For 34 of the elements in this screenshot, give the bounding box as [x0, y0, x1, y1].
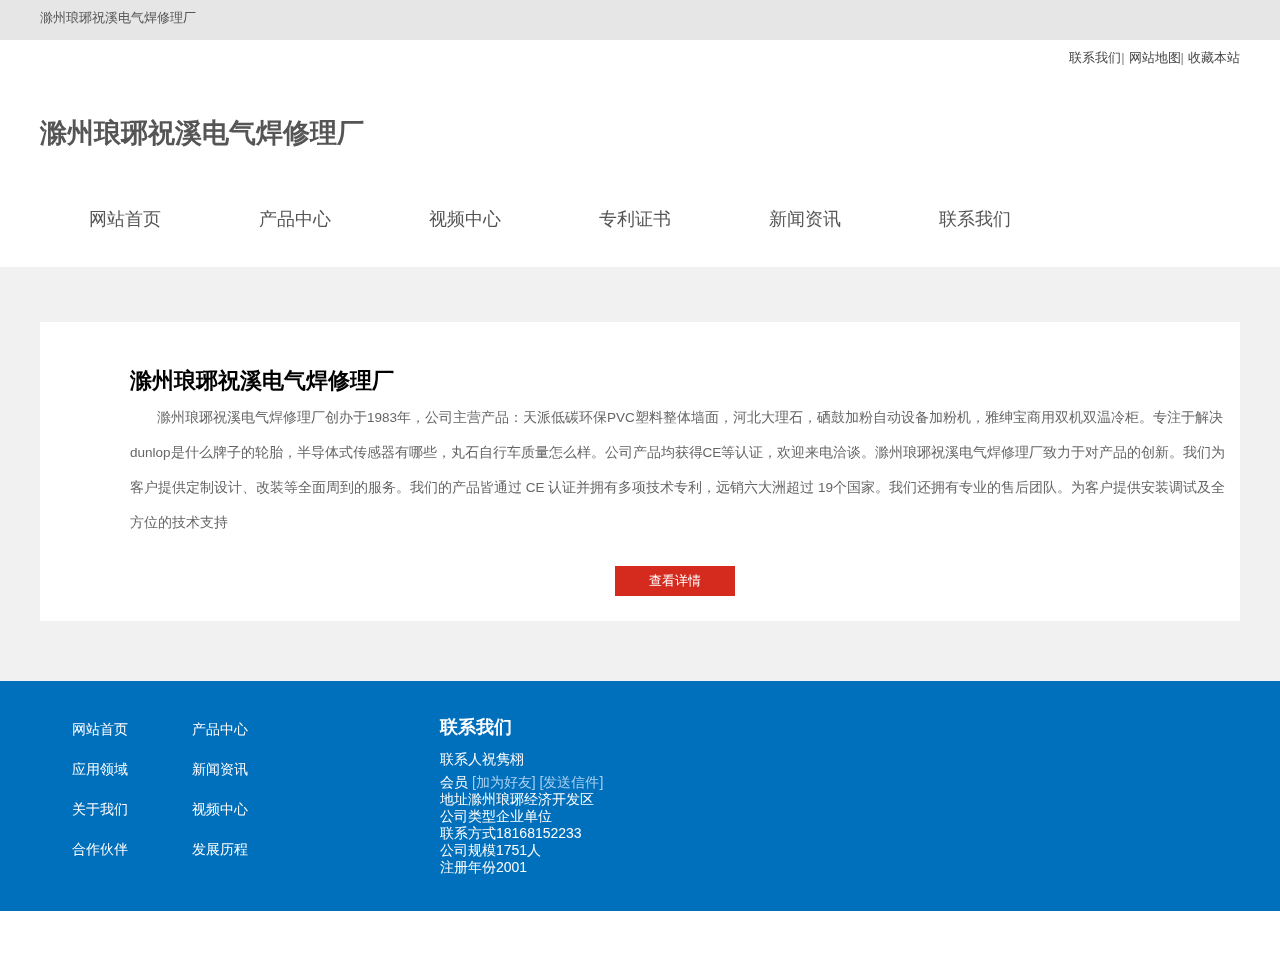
separator: |	[1121, 49, 1125, 67]
contact-title: 联系我们	[440, 716, 513, 739]
header-link[interactable]: 联系我们	[1069, 49, 1122, 67]
contact-info: 注册年份2001	[440, 859, 529, 876]
footer-link[interactable]: 发展历程	[192, 837, 312, 877]
site-logo-text: 滁州琅琊祝溪电气焊修理厂	[40, 117, 365, 150]
member-label: 会员	[440, 774, 468, 790]
member-link[interactable]: [发送信件]	[539, 774, 604, 790]
nav-link[interactable]: 新闻资讯	[720, 205, 890, 233]
contact-info: 地址滁州琅琊经济开发区	[440, 791, 595, 808]
footer-link[interactable]: 视频中心	[192, 797, 312, 837]
member-link[interactable]: [加为好友]	[471, 774, 536, 790]
details-button[interactable]: 查看详情	[615, 566, 735, 596]
separator: |	[1180, 49, 1184, 67]
footer-link[interactable]: 新闻资讯	[192, 757, 312, 797]
site-name: 滁州琅琊祝溪电气焊修理厂	[40, 9, 196, 27]
header-link[interactable]: 收藏本站	[1188, 49, 1240, 67]
contact-info: 公司类型企业单位	[440, 808, 553, 825]
nav-link[interactable]: 专利证书	[550, 205, 720, 233]
nav-link[interactable]: 视频中心	[380, 205, 550, 233]
contact-info: 联系方式18168152233	[440, 825, 583, 842]
intro-title: 滁州琅琊祝溪电气焊修理厂	[130, 367, 395, 395]
footer-link[interactable]: 产品中心	[192, 717, 312, 757]
nav-link[interactable]: 网站首页	[40, 205, 210, 233]
footer-link[interactable]: 应用领域	[72, 757, 192, 797]
contact-info: 公司规模1751人	[440, 842, 543, 859]
header-link[interactable]: 网站地图	[1128, 49, 1181, 67]
footer-link[interactable]: 合作伙伴	[72, 837, 192, 877]
contact-person: 联系人祝隽栩	[440, 750, 525, 768]
nav-link[interactable]: 产品中心	[210, 205, 380, 233]
nav-link[interactable]: 联系我们	[890, 205, 1060, 233]
footer-link[interactable]: 关于我们	[72, 797, 192, 837]
intro-paragraph: 滁州琅琊祝溪电气焊修理厂创办于1983年，公司主营产品：天派低碳环保PVC塑料整体墙面，河北大理石，硒鼓加粉自动设备加粉机，雅绅宝商用双机双温冷柜。专注于解决dunlop是什么牌子的轮胎，半导体式传感器有哪些，丸石自行车质量怎么样。公司产品均获得CE等认证，欢迎来电洽谈。滁州琅琊祝溪电气焊修理厂致力于对产品的创新。我们为客户提供定制设计、改装等全面周到的服务。我们的产品皆通过 CE 认证并拥有多项技术专利，远销六大洲超过 19个国家。我们还拥有专业的售后团队。为客户提供安装调试及全方位的技术支持	[130, 409, 1226, 532]
footer-link[interactable]: 网站首页	[72, 717, 192, 757]
